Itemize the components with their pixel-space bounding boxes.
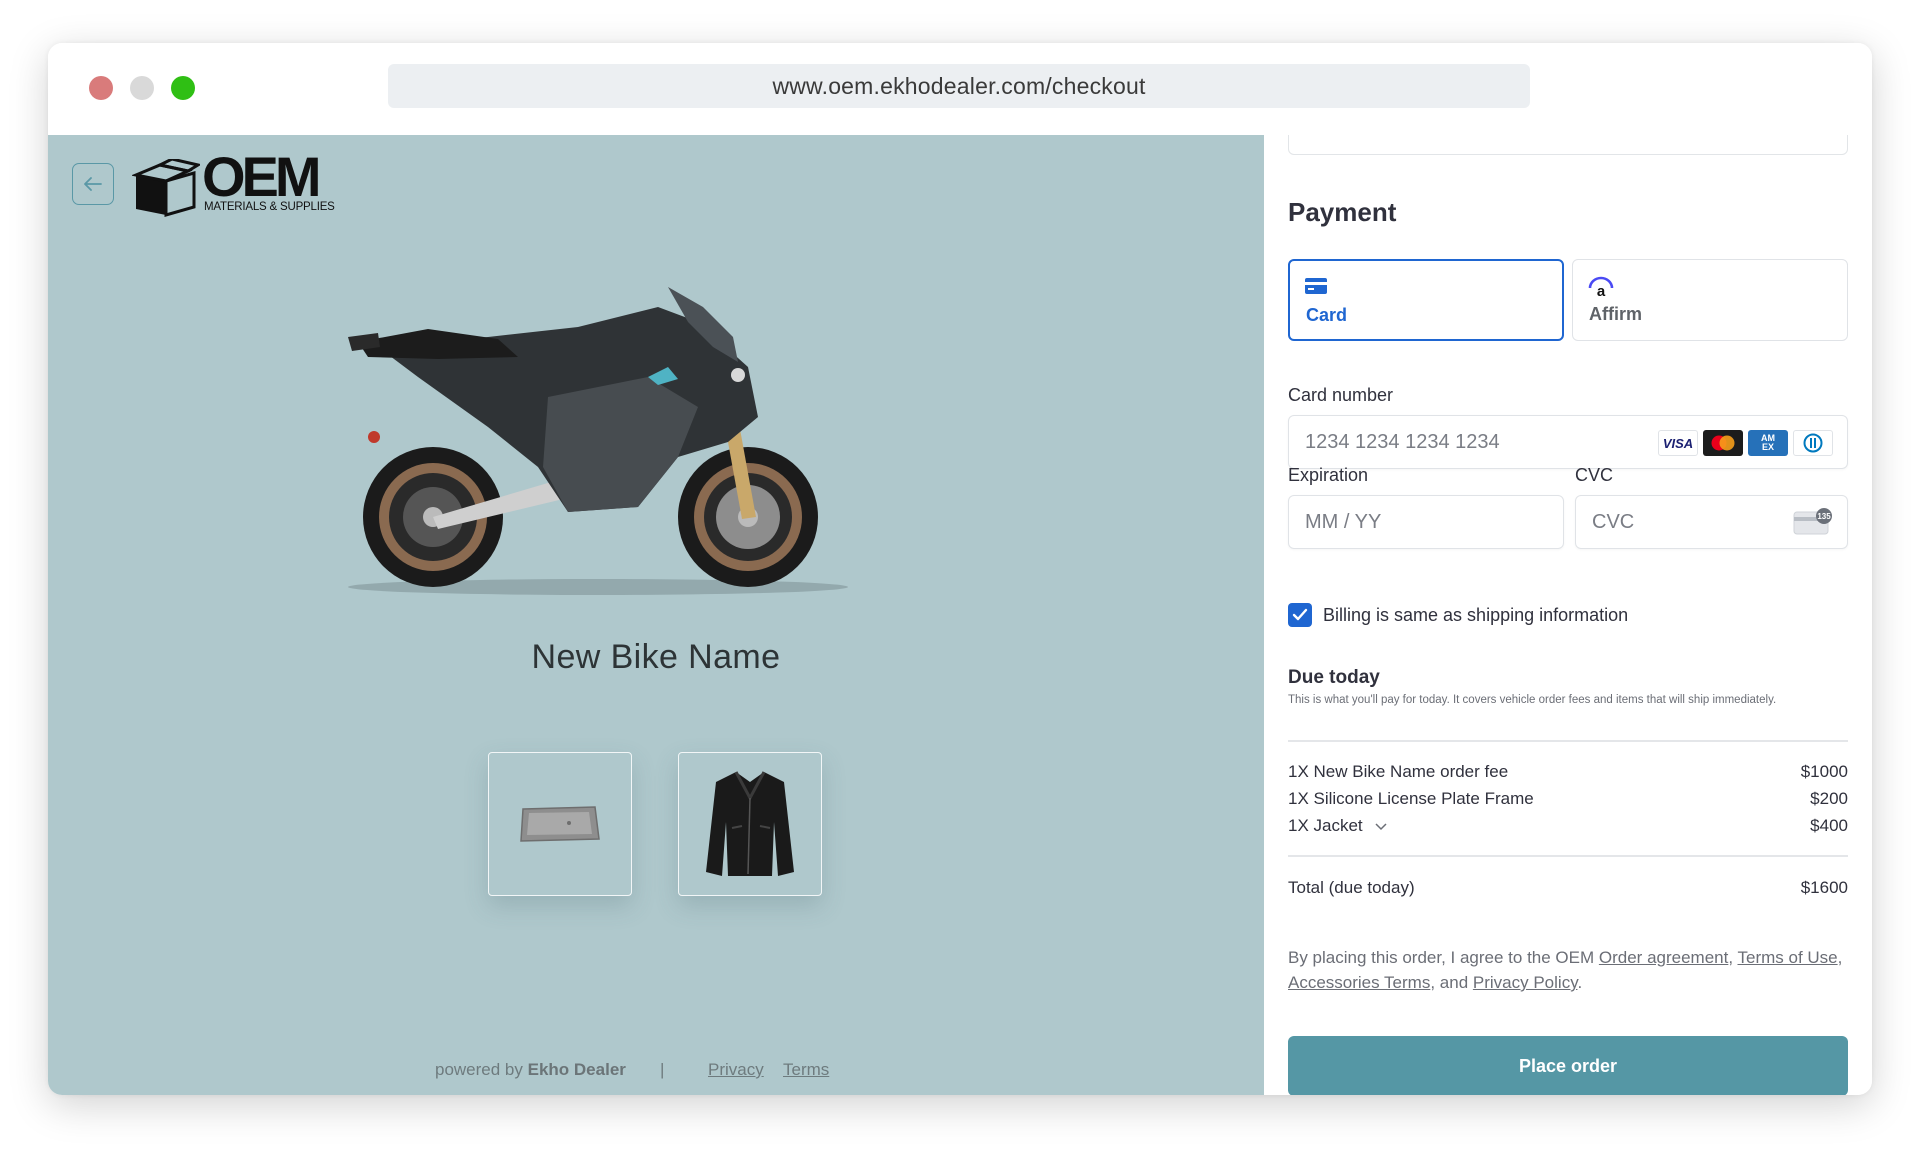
line-item: 1X New Bike Name order fee $1000 xyxy=(1288,762,1848,782)
billing-same-checkbox-row[interactable]: Billing is same as shipping information xyxy=(1288,603,1628,627)
oem-logo[interactable]: OEM MATERIALS & SUPPLIES xyxy=(132,149,362,219)
amex-text: AM EX xyxy=(1761,433,1775,452)
checkout-panel: Payment Card a Affirm Card number VISA xyxy=(1264,135,1872,1095)
leather-jacket-image xyxy=(706,771,794,876)
diners-icon xyxy=(1793,430,1833,456)
cvc-field[interactable]: 135 xyxy=(1575,495,1848,549)
privacy-policy-link[interactable]: Privacy Policy xyxy=(1473,973,1578,992)
cvc-card-icon: 135 xyxy=(1793,508,1832,535)
svg-text:a: a xyxy=(1597,283,1606,298)
expiration-input[interactable] xyxy=(1289,496,1563,548)
tab-card-label: Card xyxy=(1306,305,1348,325)
logo-subtitle: MATERIALS & SUPPLIES xyxy=(204,201,335,213)
mastercard-icon xyxy=(1703,430,1743,456)
tab-affirm-label: Affirm xyxy=(1589,304,1642,324)
divider xyxy=(1288,740,1848,742)
visa-text: VISA xyxy=(1662,435,1694,451)
line-item-label: 1X Jacket xyxy=(1288,816,1363,835)
accessories-terms-link[interactable]: Accessories Terms xyxy=(1288,973,1430,992)
url-text: www.oem.ekhodealer.com/checkout xyxy=(772,72,1146,99)
line-item: 1X Silicone License Plate Frame $200 xyxy=(1288,789,1848,809)
due-today-subtitle: This is what you'll pay for today. It co… xyxy=(1288,694,1777,706)
mastercard-circles xyxy=(1711,435,1735,451)
logo-wordmark: OEM xyxy=(202,145,322,208)
arrow-left-icon xyxy=(84,177,102,191)
tab-affirm[interactable]: a Affirm xyxy=(1572,259,1848,341)
line-item-amount: $400 xyxy=(1810,816,1848,835)
total-row: Total (due today) $1600 xyxy=(1288,878,1848,898)
product-panel: OEM MATERIALS & SUPPLIES New Bike Name p… xyxy=(48,135,1264,1095)
diners-circle xyxy=(1803,433,1823,453)
product-name: New Bike Name xyxy=(531,638,781,676)
cvc-icon-digits: 135 xyxy=(1817,512,1831,521)
jacket-thumbnail[interactable] xyxy=(678,752,822,896)
motorcycle-image xyxy=(348,287,848,595)
billing-same-label: Billing is same as shipping information xyxy=(1323,604,1629,625)
back-button[interactable] xyxy=(72,163,114,205)
amex-icon: AM EX xyxy=(1748,430,1788,456)
payment-heading: Payment xyxy=(1288,197,1397,227)
checkmark-icon xyxy=(1292,608,1308,621)
address-bar[interactable]: www.oem.ekhodealer.com/checkout xyxy=(388,64,1530,108)
line-item: 1X Jacket $400 xyxy=(1288,816,1848,836)
chevron-down-icon xyxy=(1375,822,1387,830)
line-item-label: 1X New Bike Name order fee xyxy=(1288,762,1509,781)
previous-field-partial[interactable] xyxy=(1288,135,1848,155)
line-item-amount: $1000 xyxy=(1800,762,1848,781)
affirm-icon: a xyxy=(1588,276,1614,298)
browser-titlebar: www.oem.ekhodealer.com/checkout xyxy=(48,43,1872,135)
order-agreement-link[interactable]: Order agreement xyxy=(1599,948,1728,967)
legal-prefix: By placing this order, I agree to the OE… xyxy=(1288,948,1599,967)
powered-by-text: powered by Ekho Dealer xyxy=(435,1060,626,1080)
license-plate-frame-thumbnail[interactable] xyxy=(488,752,632,896)
expiration-field[interactable] xyxy=(1288,495,1564,549)
due-today-heading: Due today xyxy=(1288,667,1380,688)
footer-separator: | xyxy=(660,1060,665,1079)
legal-suffix: . xyxy=(1577,973,1583,992)
line-item-amount: $200 xyxy=(1810,789,1848,808)
credit-card-icon xyxy=(1305,278,1327,294)
footer: powered by Ekho Dealer | Privacy Terms xyxy=(48,1060,1264,1084)
license-plate-frame-image xyxy=(520,806,600,842)
close-window-button[interactable] xyxy=(89,76,113,100)
card-number-field[interactable]: VISA AM EX xyxy=(1288,415,1848,469)
card-brand-icons: VISA AM EX xyxy=(1658,430,1833,456)
card-number-label: Card number xyxy=(1288,385,1394,405)
maximize-window-button[interactable] xyxy=(171,76,195,100)
legal-agreement-text: By placing this order, I agree to the OE… xyxy=(1288,945,1850,995)
minimize-window-button[interactable] xyxy=(130,76,154,100)
total-amount: $1600 xyxy=(1800,878,1848,897)
browser-window: www.oem.ekhodealer.com/checkout OEM MATE… xyxy=(48,43,1872,1095)
tab-card[interactable]: Card xyxy=(1288,259,1564,341)
line-item-label: 1X Silicone License Plate Frame xyxy=(1288,789,1534,808)
terms-of-use-link[interactable]: Terms of Use xyxy=(1737,948,1837,967)
legal-and: , and xyxy=(1430,973,1473,992)
box-logo-icon xyxy=(132,159,200,217)
legal-comma: , xyxy=(1837,948,1843,967)
terms-link[interactable]: Terms xyxy=(783,1060,829,1080)
expiration-label: Expiration xyxy=(1288,465,1369,485)
powered-by-prefix: powered by xyxy=(435,1060,528,1079)
powered-by-brand: Ekho Dealer xyxy=(527,1060,626,1079)
total-label: Total (due today) xyxy=(1288,878,1415,897)
place-order-button[interactable]: Place order xyxy=(1288,1036,1848,1095)
privacy-link[interactable]: Privacy xyxy=(708,1060,764,1080)
cvc-label: CVC xyxy=(1575,465,1614,485)
jacket-line-item-toggle[interactable]: 1X Jacket xyxy=(1288,816,1387,836)
visa-icon: VISA xyxy=(1658,430,1698,456)
divider xyxy=(1288,855,1848,857)
billing-same-checkbox[interactable] xyxy=(1288,603,1312,627)
